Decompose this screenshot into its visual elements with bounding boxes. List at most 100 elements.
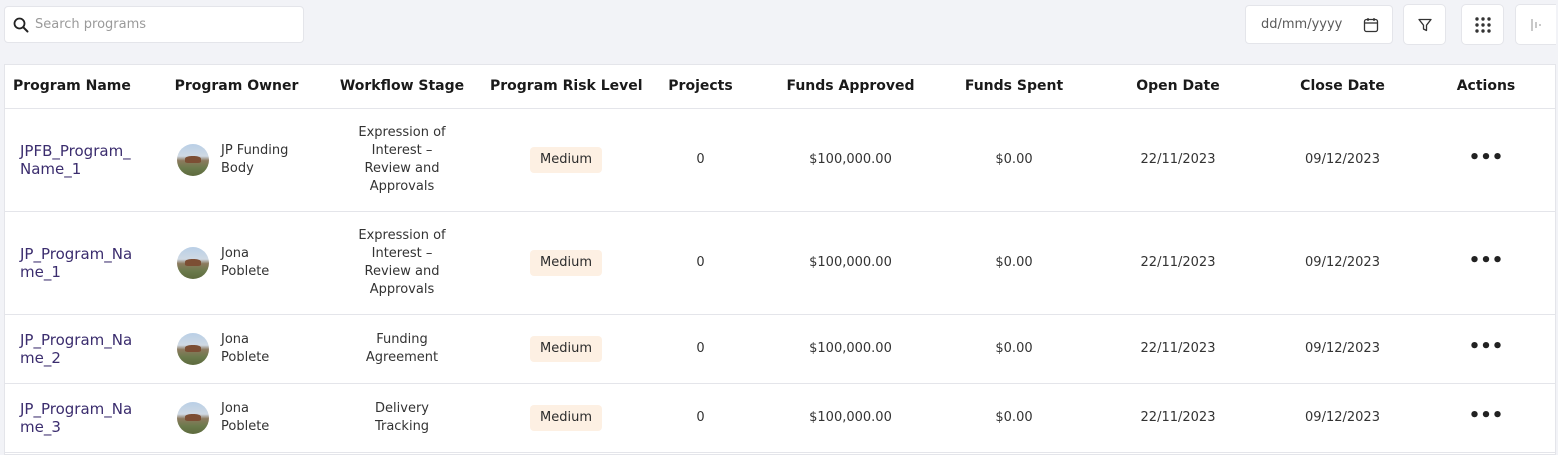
funds-spent: $0.00 xyxy=(942,383,1086,453)
more-actions-icon[interactable]: ••• xyxy=(1469,147,1504,168)
close-date: 09/12/2023 xyxy=(1270,211,1415,315)
projects-count: 0 xyxy=(642,383,759,453)
header-close-date[interactable]: Close Date xyxy=(1270,65,1415,109)
header-open-date[interactable]: Open Date xyxy=(1086,65,1270,109)
projects-count: 0 xyxy=(642,314,759,384)
workflow-stage: Expression of Interest – Review and Appr… xyxy=(314,108,490,212)
stage-line: Interest – xyxy=(371,142,433,158)
program-owner: Jona Poblete xyxy=(159,331,314,367)
header-risk-level[interactable]: Program Risk Level xyxy=(490,65,643,109)
table-row[interactable]: JP_Program_Na me_3 Jona Poblete Delivery… xyxy=(5,383,1555,453)
grid-icon xyxy=(1474,16,1491,33)
owner-name-part: Poblete xyxy=(221,349,270,365)
search-input[interactable] xyxy=(35,17,285,32)
toolbar: dd/mm/yyyy xyxy=(0,0,1558,64)
open-date: 22/11/2023 xyxy=(1086,108,1270,212)
close-date: 09/12/2023 xyxy=(1270,314,1415,384)
stage-line: Funding xyxy=(376,331,428,347)
stage-line: Interest – xyxy=(371,245,433,261)
program-name-part: me_3 xyxy=(20,417,61,436)
program-owner: JP Funding Body xyxy=(159,142,314,178)
stage-line: Review and xyxy=(364,263,440,279)
open-date: 22/11/2023 xyxy=(1086,211,1270,315)
search-icon xyxy=(13,17,29,32)
owner-name-part: Poblete xyxy=(221,418,270,434)
owner-name-part: Body xyxy=(221,160,254,176)
workflow-stage: Expression of Interest – Review and Appr… xyxy=(314,211,490,315)
owner-name-part: Poblete xyxy=(221,263,270,279)
workflow-stage: Delivery Tracking xyxy=(314,383,490,453)
owner-name-part: JP Funding xyxy=(221,142,289,158)
funds-spent: $0.00 xyxy=(942,314,1086,384)
close-date: 09/12/2023 xyxy=(1270,108,1415,212)
columns-button[interactable] xyxy=(1515,4,1556,45)
program-name-link[interactable]: JPFB_Program_ Name_1 xyxy=(5,108,159,212)
header-funds-approved[interactable]: Funds Approved xyxy=(759,65,942,109)
program-name-part: me_2 xyxy=(20,348,61,367)
avatar xyxy=(177,332,209,365)
open-date: 22/11/2023 xyxy=(1086,383,1270,453)
columns-icon xyxy=(1531,18,1541,31)
table-header-row: Program Name Program Owner Workflow Stag… xyxy=(5,65,1555,109)
stage-line: Approvals xyxy=(369,178,435,194)
program-name-part: me_1 xyxy=(20,262,61,281)
program-name-part: JP_Program_Na xyxy=(20,330,133,349)
grid-view-button[interactable] xyxy=(1461,4,1504,45)
header-actions: Actions xyxy=(1415,65,1555,109)
program-owner: Jona Poblete xyxy=(159,400,314,436)
stage-line: Delivery xyxy=(375,400,429,416)
program-name-link[interactable]: JP_Program_Na me_2 xyxy=(5,314,159,384)
program-name-link[interactable]: JP_Program_Na me_1 xyxy=(5,211,159,315)
program-name-part: JPFB_Program_ xyxy=(20,141,131,160)
stage-line: Agreement xyxy=(365,349,439,365)
program-name-part: JP_Program_Na xyxy=(20,399,133,418)
table-row[interactable]: JPFB_Program_ Name_1 JP Funding Body Exp… xyxy=(5,108,1555,212)
projects-count: 0 xyxy=(642,108,759,212)
stage-line: Approvals xyxy=(369,281,435,297)
close-date: 09/12/2023 xyxy=(1270,383,1415,453)
table-row[interactable]: JP_Program_Na me_2 Jona Poblete Funding … xyxy=(5,314,1555,384)
funds-approved: $100,000.00 xyxy=(759,211,942,315)
header-program-name[interactable]: Program Name xyxy=(5,65,159,109)
date-filter-input[interactable]: dd/mm/yyyy xyxy=(1245,5,1393,44)
program-name-part: JP_Program_Na xyxy=(20,244,133,263)
calendar-icon[interactable] xyxy=(1363,17,1379,33)
risk-badge: Medium xyxy=(530,404,602,431)
owner-name-part: Jona xyxy=(221,400,249,416)
funds-approved: $100,000.00 xyxy=(759,314,942,384)
funds-spent: $0.00 xyxy=(942,108,1086,212)
stage-line: Expression of xyxy=(358,124,446,140)
avatar xyxy=(177,401,209,434)
projects-count: 0 xyxy=(642,211,759,315)
funds-approved: $100,000.00 xyxy=(759,108,942,212)
more-actions-icon[interactable]: ••• xyxy=(1469,336,1504,357)
avatar xyxy=(177,246,209,279)
program-name-link[interactable]: JP_Program_Na me_3 xyxy=(5,383,159,453)
more-actions-icon[interactable]: ••• xyxy=(1469,405,1504,426)
owner-name-part: Jona xyxy=(221,245,249,261)
owner-name-part: Jona xyxy=(221,331,249,347)
program-owner: Jona Poblete xyxy=(159,245,314,281)
search-box[interactable] xyxy=(4,6,304,43)
stage-line: Expression of xyxy=(358,227,446,243)
stage-line: Tracking xyxy=(374,418,430,434)
more-actions-icon[interactable]: ••• xyxy=(1469,250,1504,271)
header-workflow-stage[interactable]: Workflow Stage xyxy=(314,65,490,109)
funds-approved: $100,000.00 xyxy=(759,383,942,453)
header-funds-spent[interactable]: Funds Spent xyxy=(942,65,1086,109)
workflow-stage: Funding Agreement xyxy=(314,314,490,384)
funds-spent: $0.00 xyxy=(942,211,1086,315)
open-date: 22/11/2023 xyxy=(1086,314,1270,384)
stage-line: Review and xyxy=(364,160,440,176)
filter-button[interactable] xyxy=(1403,4,1446,45)
table-row[interactable]: JP_Program_Na me_1 Jona Poblete Expressi… xyxy=(5,211,1555,315)
header-projects[interactable]: Projects xyxy=(642,65,759,109)
avatar xyxy=(177,143,209,176)
header-program-owner[interactable]: Program Owner xyxy=(159,65,314,109)
risk-badge: Medium xyxy=(530,335,602,362)
risk-badge: Medium xyxy=(530,146,602,173)
date-placeholder: dd/mm/yyyy xyxy=(1261,17,1343,32)
risk-badge: Medium xyxy=(530,249,602,276)
program-name-part: Name_1 xyxy=(20,159,82,178)
programs-table: Program Name Program Owner Workflow Stag… xyxy=(4,64,1556,455)
